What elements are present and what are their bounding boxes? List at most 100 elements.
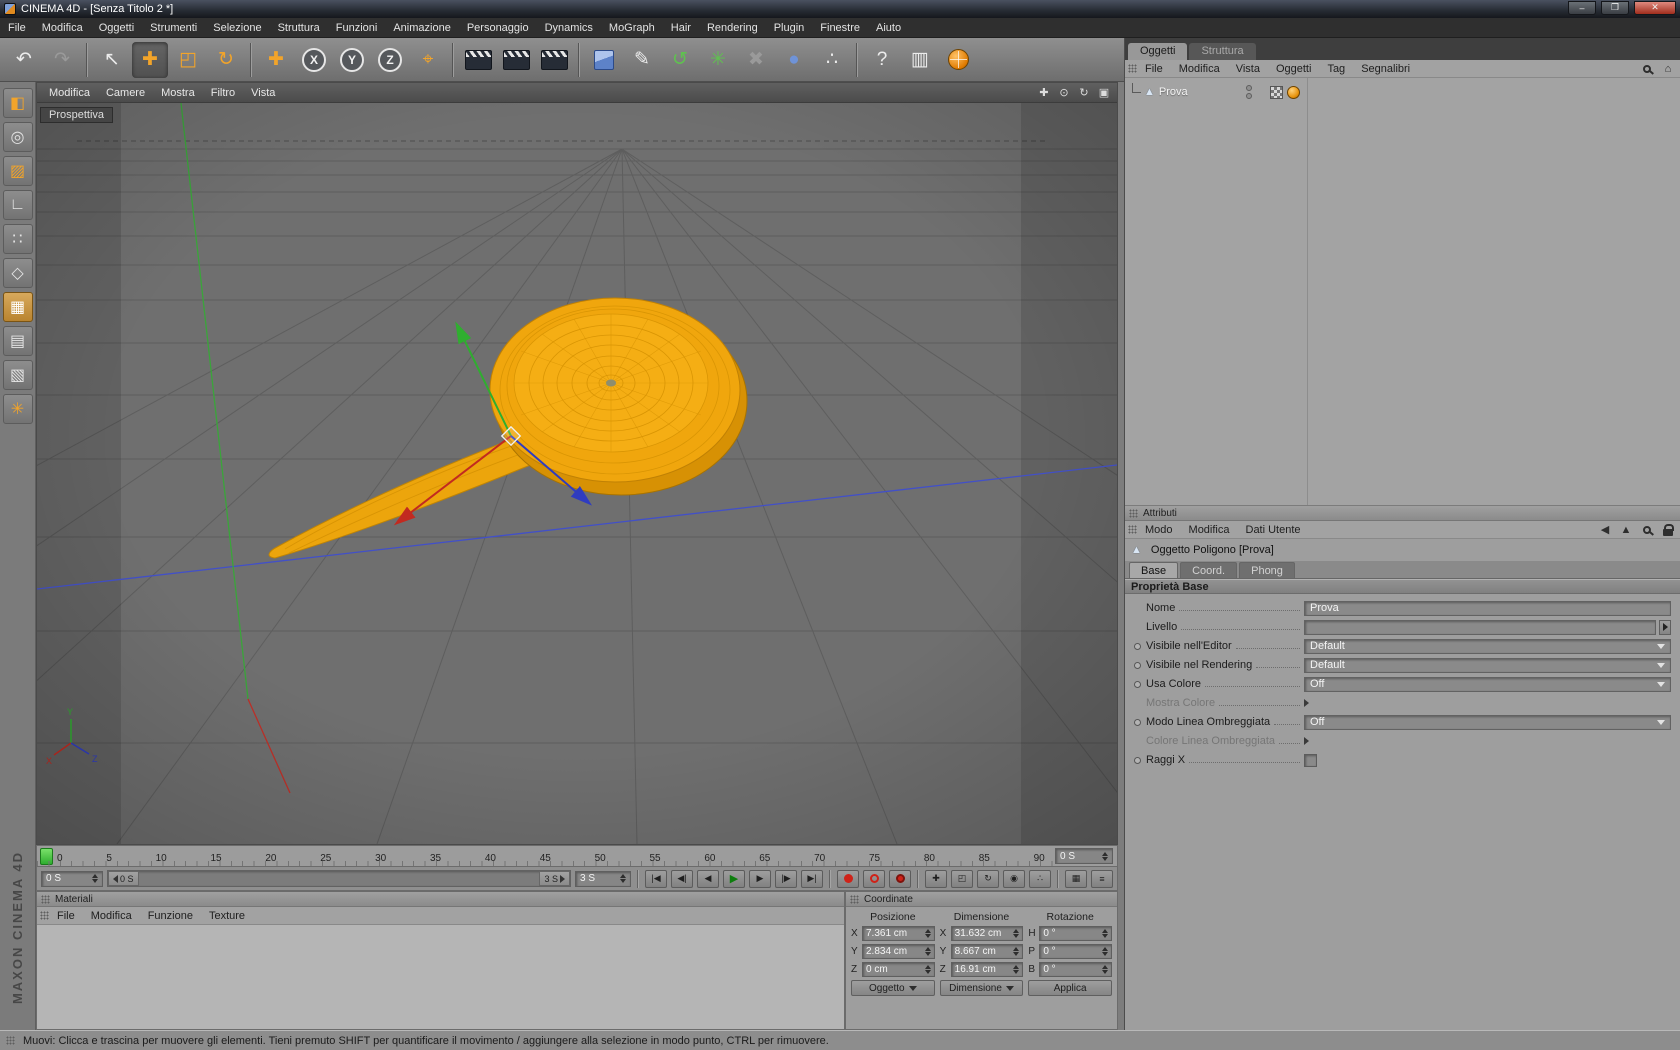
coordinate-system-button[interactable]: ⌖ <box>410 42 446 78</box>
rotate-view-icon[interactable]: ↻ <box>1075 85 1093 101</box>
workplane-mode-button[interactable]: ∟ <box>2 190 33 220</box>
preview-range-slider[interactable]: 0 S 3 S <box>107 870 571 887</box>
vp-menu-mostra[interactable]: Mostra <box>153 87 203 99</box>
close-button[interactable]: ✕ <box>1634 0 1676 15</box>
add-deformer-button[interactable]: ✖ <box>738 42 774 78</box>
vp-menu-filtro[interactable]: Filtro <box>203 87 243 99</box>
usa-colore-dropdown[interactable]: Off <box>1304 676 1671 692</box>
record-position-toggle[interactable]: ✚ <box>925 869 947 888</box>
tab-oggetti[interactable]: Oggetti <box>1128 43 1188 60</box>
add-environment-button[interactable]: ● <box>776 42 812 78</box>
points-mode-button[interactable]: ∷ <box>2 224 33 254</box>
add-primitive-button[interactable] <box>586 42 622 78</box>
layout-button[interactable]: ▥ <box>902 42 938 78</box>
undo-icon[interactable]: ↶ <box>6 42 42 78</box>
drag-grip-icon[interactable] <box>1128 525 1137 534</box>
nome-field[interactable]: Prova <box>1304 600 1671 616</box>
polygon-selection-tag-icon[interactable] <box>1269 85 1283 99</box>
size-x-field[interactable]: 31.632 cm <box>950 926 1024 941</box>
drag-grip-icon[interactable] <box>1129 508 1138 518</box>
range-start-handle[interactable]: 0 S <box>108 871 139 886</box>
edges-mode-button[interactable]: ◇ <box>2 258 33 288</box>
drag-grip-icon[interactable] <box>1128 64 1137 73</box>
render-view-button[interactable] <box>460 42 496 78</box>
materials-header[interactable]: Materiali <box>37 892 844 907</box>
vp-menu-vista[interactable]: Vista <box>243 87 283 99</box>
attributes-header[interactable]: Attributi <box>1125 506 1680 521</box>
drag-grip-icon[interactable] <box>41 894 50 904</box>
materials-menu-funzione[interactable]: Funzione <box>140 910 201 922</box>
next-key-button[interactable]: |▶ <box>775 869 797 888</box>
rotation-p-field[interactable]: 0 ° <box>1039 944 1112 959</box>
goto-start-button[interactable]: |◀ <box>645 869 667 888</box>
render-picture-viewer-button[interactable] <box>498 42 534 78</box>
livello-field[interactable] <box>1304 619 1656 635</box>
tab-base[interactable]: Base <box>1129 562 1179 578</box>
coordinates-header[interactable]: Coordinate <box>846 892 1117 907</box>
autokey-button[interactable] <box>863 869 885 888</box>
attr-menu-modo[interactable]: Modo <box>1137 524 1181 536</box>
om-menu-vista[interactable]: Vista <box>1228 63 1268 75</box>
minimize-button[interactable]: – <box>1568 0 1596 15</box>
attr-menu-dati-utente[interactable]: Dati Utente <box>1238 524 1309 536</box>
history-back-icon[interactable]: ◀ <box>1596 523 1614 537</box>
menu-oggetti[interactable]: Oggetti <box>91 18 142 37</box>
move-tool[interactable]: ✚ <box>132 41 168 78</box>
drag-grip-icon[interactable] <box>850 894 859 904</box>
live-selection-tool[interactable]: ↖ <box>94 42 130 78</box>
zoom-view-icon[interactable]: ⊙ <box>1055 85 1073 101</box>
add-modeling-object-button[interactable]: ✳ <box>700 42 736 78</box>
maximize-button[interactable]: ❐ <box>1601 0 1629 15</box>
menu-funzioni[interactable]: Funzioni <box>328 18 386 37</box>
menu-rendering[interactable]: Rendering <box>699 18 766 37</box>
object-tree[interactable]: ▲ Prova <box>1125 78 1680 506</box>
livello-picker-button[interactable] <box>1659 619 1671 635</box>
snap-settings-button[interactable]: ✳ <box>2 394 33 424</box>
editor-visibility-dot[interactable] <box>1245 85 1252 91</box>
vp-menu-camere[interactable]: Camere <box>98 87 153 99</box>
menu-selezione[interactable]: Selezione <box>205 18 269 37</box>
visibile-editor-dropdown[interactable]: Default <box>1304 638 1671 654</box>
animation-dot[interactable] <box>1134 661 1141 669</box>
record-options-button[interactable] <box>889 869 911 888</box>
menu-struttura[interactable]: Struttura <box>270 18 328 37</box>
goto-end-button[interactable]: ▶| <box>801 869 823 888</box>
om-menu-file[interactable]: File <box>1137 63 1171 75</box>
menu-mograph[interactable]: MoGraph <box>601 18 663 37</box>
drag-grip-icon[interactable] <box>40 911 49 920</box>
previous-key-button[interactable]: ◀| <box>671 869 693 888</box>
tab-struttura[interactable]: Struttura <box>1189 43 1256 60</box>
menu-aiuto[interactable]: Aiuto <box>868 18 909 37</box>
record-rotation-toggle[interactable]: ↻ <box>977 869 999 888</box>
materials-menu-modifica[interactable]: Modifica <box>83 910 140 922</box>
redo-icon[interactable]: ↷ <box>44 42 80 78</box>
home-icon[interactable]: ⌂ <box>1659 62 1677 76</box>
render-visibility-dot[interactable] <box>1245 93 1252 99</box>
rotation-h-field[interactable]: 0 ° <box>1039 926 1112 941</box>
size-z-field[interactable]: 16.91 cm <box>950 962 1024 977</box>
range-start-field[interactable]: 0 S <box>41 870 103 887</box>
object-tree-item-prova[interactable]: ▲ Prova <box>1130 83 1676 101</box>
rotate-tool[interactable]: ↻ <box>208 42 244 78</box>
apply-button[interactable]: Applica <box>1028 980 1112 996</box>
timeline-ruler[interactable]: 0 5 10 15 20 25 30 35 40 45 50 55 60 65 70 75 80 85 90 0 S <box>36 845 1118 867</box>
viewport-canvas[interactable]: Y X Z <box>37 103 1117 844</box>
help-button[interactable]: ? <box>864 42 900 78</box>
keyframe-selection-button[interactable]: ▦ <box>1065 869 1087 888</box>
online-button[interactable] <box>940 42 976 78</box>
raggi-x-checkbox[interactable] <box>1304 753 1317 767</box>
range-end-handle[interactable]: 3 S <box>539 871 570 886</box>
menu-modifica[interactable]: Modifica <box>34 18 91 37</box>
lock-z-axis-button[interactable]: Z <box>372 42 408 78</box>
om-menu-modifica[interactable]: Modifica <box>1171 63 1228 75</box>
menu-finestre[interactable]: Finestre <box>812 18 868 37</box>
texture-axis-mode-button[interactable]: ▧ <box>2 360 33 390</box>
next-frame-button[interactable]: ▶ <box>749 869 771 888</box>
toggle-view-icon[interactable]: ▣ <box>1095 85 1113 101</box>
menu-plugin[interactable]: Plugin <box>766 18 813 37</box>
rotation-b-field[interactable]: 0 ° <box>1039 962 1112 977</box>
menu-dynamics[interactable]: Dynamics <box>537 18 601 37</box>
record-keyframe-button[interactable] <box>837 869 859 888</box>
materials-menu-texture[interactable]: Texture <box>201 910 253 922</box>
animation-dot[interactable] <box>1134 718 1141 726</box>
